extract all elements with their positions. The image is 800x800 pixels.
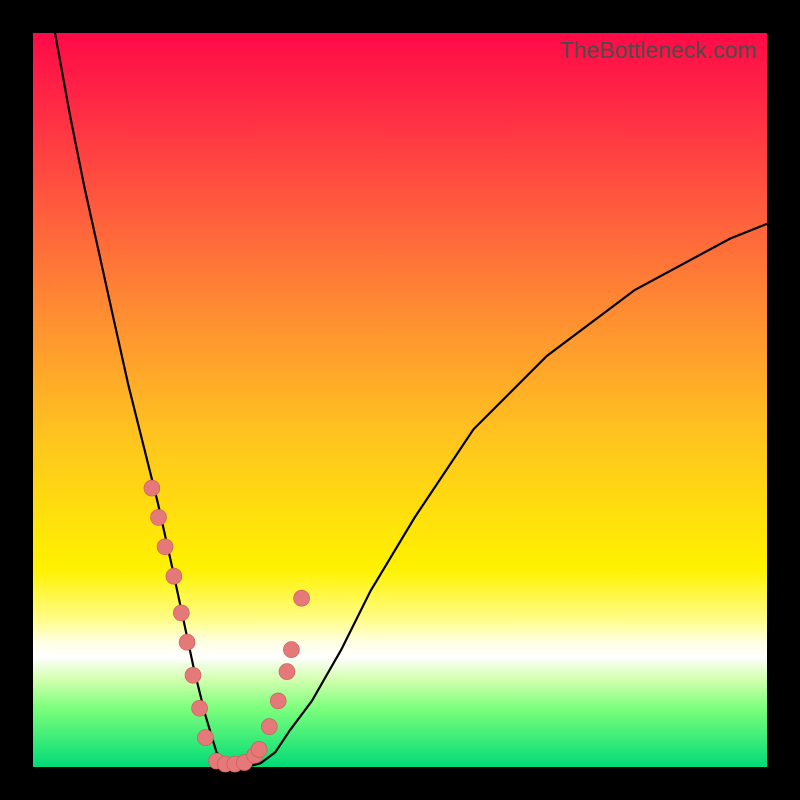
marker-dot [198,730,214,746]
marker-dots-group [144,480,310,772]
marker-dot [261,719,277,735]
marker-dot [279,664,295,680]
curve-path [55,33,767,767]
marker-dot [144,480,160,496]
plot-area: TheBottleneck.com [33,33,767,767]
marker-dot [166,568,182,584]
marker-dot [179,634,195,650]
marker-dot [251,741,267,757]
outer-frame: TheBottleneck.com [0,0,800,800]
marker-dot [151,509,167,525]
marker-dot [283,642,299,658]
marker-dot [270,693,286,709]
marker-dot [192,700,208,716]
bottleneck-curve-svg [33,33,767,767]
marker-dot [173,605,189,621]
marker-dot [294,590,310,606]
marker-dot [157,539,173,555]
marker-dot [185,667,201,683]
